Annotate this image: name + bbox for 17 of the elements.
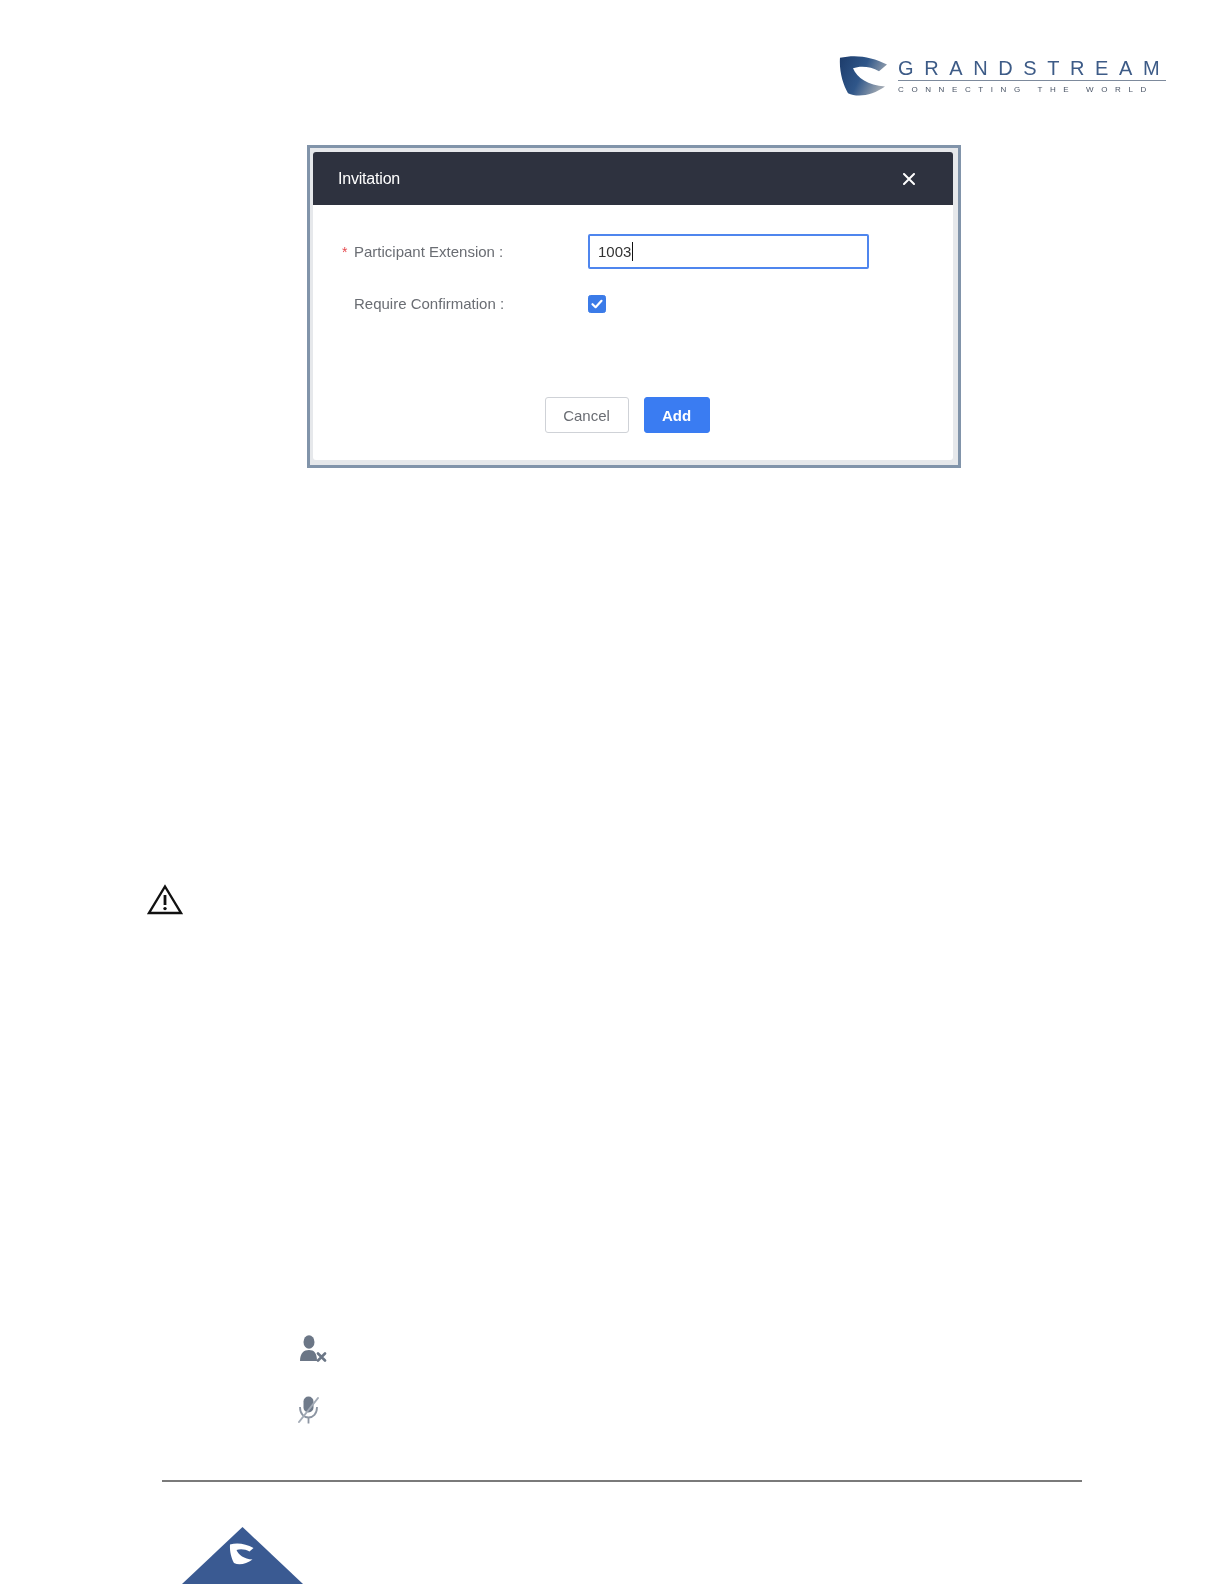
- dialog-title: Invitation: [338, 168, 401, 189]
- muted-microphone-icon: [296, 1395, 321, 1425]
- required-asterisk: *: [342, 243, 349, 260]
- close-icon[interactable]: [903, 172, 915, 185]
- text-cursor-icon: [632, 242, 634, 261]
- extension-input[interactable]: 1003: [588, 234, 869, 269]
- warning-icon: [147, 884, 183, 915]
- brand-name: GRANDSTREAM: [898, 58, 1171, 78]
- field-label: Participant Extension :: [354, 242, 504, 261]
- brand-tagline: CONNECTING THE WORLD: [898, 85, 1154, 94]
- swoosh-logo-icon: [838, 55, 888, 97]
- cancel-button[interactable]: Cancel: [544, 397, 629, 433]
- checkbox[interactable]: [588, 294, 606, 313]
- triangle-logo-icon: [182, 1527, 303, 1584]
- remove-user-icon: [299, 1335, 327, 1362]
- field-label: Require Confirmation :: [354, 294, 505, 313]
- add-button[interactable]: Add: [643, 397, 710, 433]
